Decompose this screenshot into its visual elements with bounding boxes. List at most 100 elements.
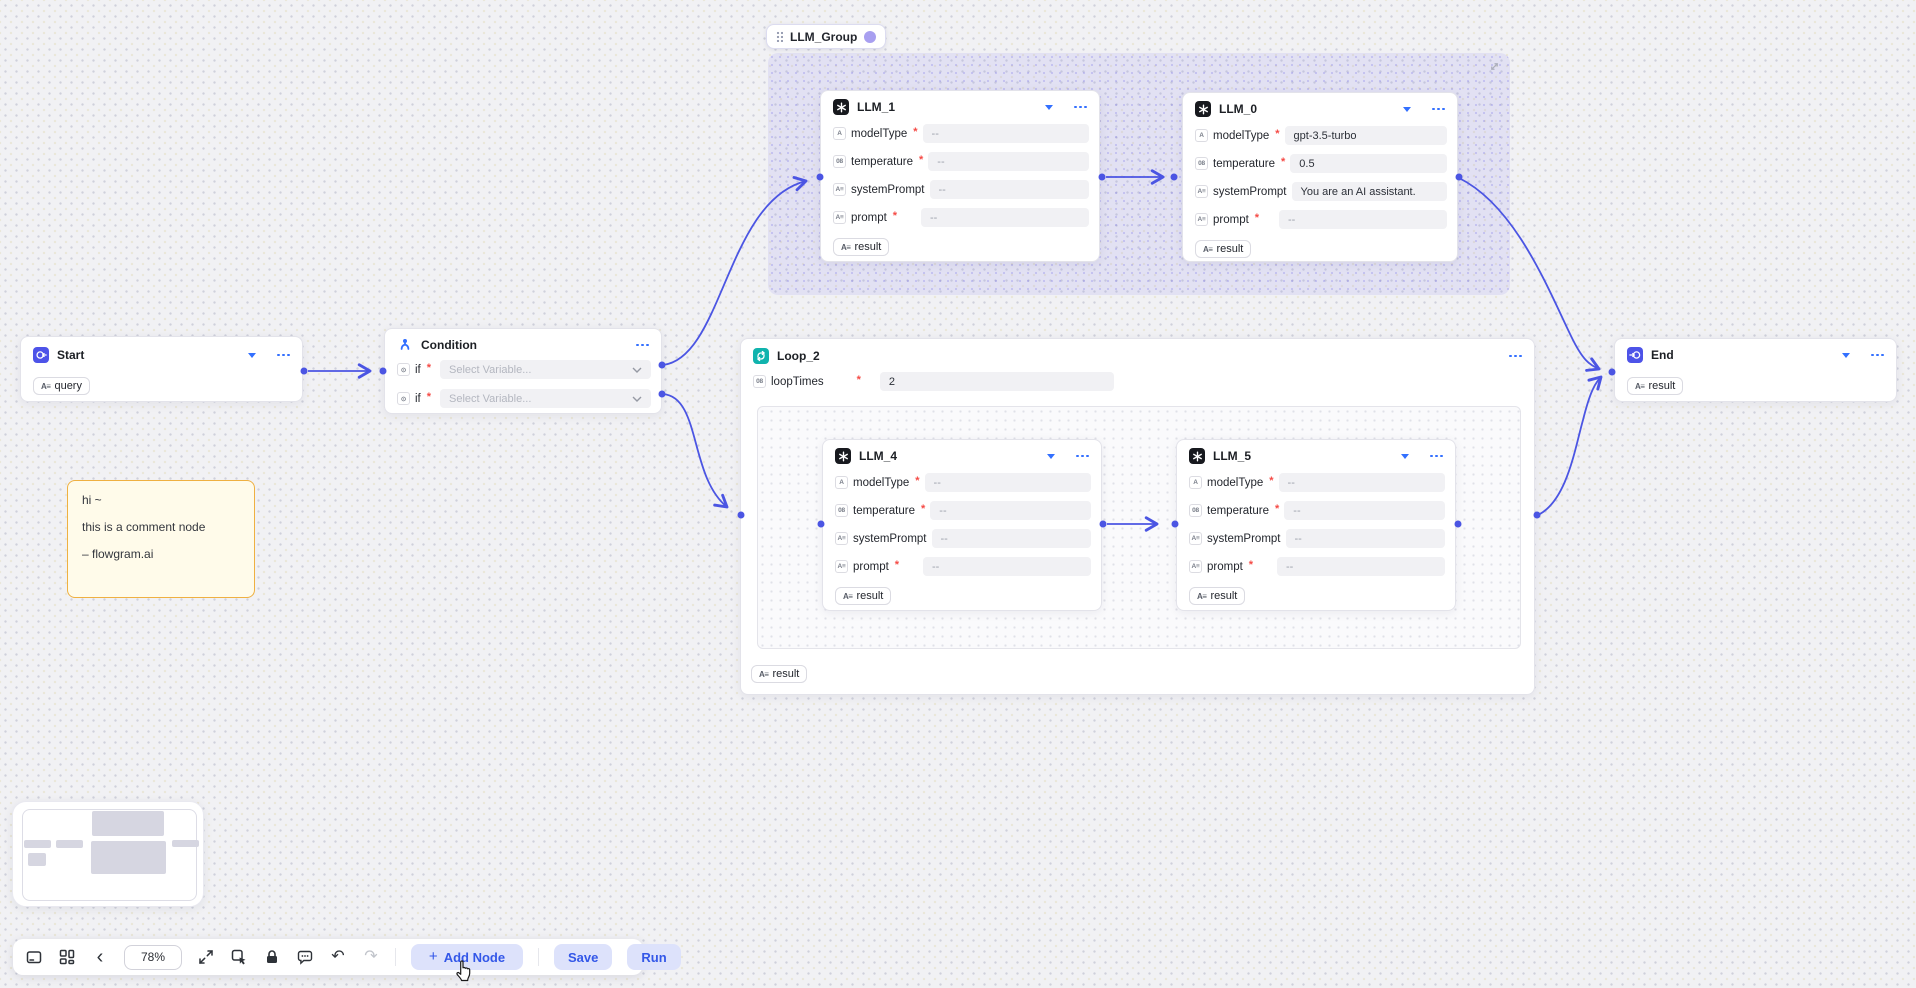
condition-node[interactable]: Condition ⊙ if * Select Variable... ⊙ if… [384, 328, 662, 414]
model-type-input[interactable]: gpt-3.5-turbo [1285, 126, 1447, 145]
condition-menu-icon[interactable] [636, 344, 649, 347]
llm-icon [1189, 448, 1205, 464]
condition-node-title: Condition [421, 338, 477, 352]
field-label: prompt [1207, 561, 1243, 573]
llm0-menu-icon[interactable] [1432, 108, 1445, 111]
loop-times-input[interactable]: 2 [880, 372, 1114, 391]
loop-menu-icon[interactable] [1509, 355, 1522, 358]
if-variable-select[interactable]: Select Variable... [440, 360, 651, 379]
number-type-icon: 08 [835, 504, 848, 517]
text-type-icon: A≡ [759, 670, 768, 679]
temperature-input[interactable]: -- [1284, 501, 1445, 520]
end-menu-icon[interactable] [1871, 354, 1884, 357]
llm4-node-title: LLM_4 [859, 449, 897, 463]
text-type-icon: A≡ [843, 592, 852, 601]
minimap-toggle-icon[interactable] [25, 948, 43, 966]
llm4-expand-caret[interactable] [1047, 454, 1055, 459]
redo-icon[interactable]: ↷ [362, 948, 380, 966]
field-value: -- [930, 212, 937, 224]
system-prompt-input[interactable]: You are an AI assistant. [1292, 182, 1448, 201]
llm-icon [1195, 101, 1211, 117]
end-node-title: End [1651, 348, 1674, 362]
group-collapse-icon[interactable] [1486, 58, 1502, 74]
text-type-icon: A≡ [835, 532, 848, 545]
prompt-input[interactable]: -- [1277, 557, 1445, 576]
if-variable-select[interactable]: Select Variable... [440, 389, 651, 408]
text-type-icon: A≡ [841, 243, 850, 252]
flow-canvas[interactable]: { "ui": { "required_marker": "*" }, "gro… [0, 0, 1916, 988]
llm5-node[interactable]: LLM_5 A modelType * -- 08 temperature * … [1176, 439, 1456, 611]
llm1-node[interactable]: LLM_1 A modelType * -- 08 temperature * … [820, 90, 1100, 262]
minimap-block-comment [28, 853, 46, 866]
field-value: -- [932, 561, 939, 573]
llm5-expand-caret[interactable] [1401, 454, 1409, 459]
number-type-icon: 08 [753, 375, 766, 388]
comment-node[interactable]: hi ~ this is a comment node – flowgram.a… [67, 480, 255, 598]
select-mode-icon[interactable] [230, 948, 248, 966]
llm1-expand-caret[interactable] [1045, 105, 1053, 110]
start-node-title: Start [57, 348, 84, 362]
string-type-icon: A [1189, 476, 1202, 489]
llm1-menu-icon[interactable] [1074, 106, 1087, 109]
llm5-node-title: LLM_5 [1213, 449, 1251, 463]
zoom-level-input[interactable] [124, 945, 182, 970]
start-expand-caret[interactable] [248, 353, 256, 358]
end-node[interactable]: End A≡ result [1614, 338, 1897, 402]
text-type-icon: A≡ [1195, 213, 1208, 226]
minimap-block-group [92, 811, 164, 836]
prompt-input[interactable]: -- [923, 557, 1091, 576]
drag-handle-icon[interactable] [776, 31, 783, 42]
start-menu-icon[interactable] [277, 354, 290, 357]
add-node-button[interactable]: + Add Node [411, 944, 523, 970]
comment-tool-icon[interactable] [296, 948, 314, 966]
system-prompt-input[interactable]: -- [930, 180, 1090, 199]
end-result-label: result [1648, 380, 1675, 392]
required-marker: * [427, 391, 431, 403]
condition-icon [397, 337, 413, 353]
minimap-block-end [172, 840, 199, 847]
prompt-input[interactable]: -- [1279, 210, 1447, 229]
run-button[interactable]: Run [627, 944, 680, 970]
llm5-menu-icon[interactable] [1430, 455, 1443, 458]
fit-view-icon[interactable] [197, 948, 215, 966]
auto-layout-icon[interactable] [58, 948, 76, 966]
field-label: systemPrompt [853, 533, 927, 545]
if-type-icon: ⊙ [397, 363, 410, 376]
llm4-node[interactable]: LLM_4 A modelType * -- 08 temperature * … [822, 439, 1102, 611]
field-label: prompt [1213, 214, 1249, 226]
model-type-input[interactable]: -- [923, 124, 1089, 143]
temperature-input[interactable]: -- [930, 501, 1091, 520]
start-node[interactable]: Start A≡ query [20, 336, 303, 402]
required-marker: * [893, 210, 897, 222]
llm0-node[interactable]: LLM_0 A modelType * gpt-3.5-turbo 08 tem… [1182, 92, 1458, 262]
group-color-swatch[interactable] [864, 31, 876, 43]
collapse-panel-icon[interactable]: ‹ [91, 948, 109, 966]
llm0-result-tag: A≡ result [1195, 240, 1251, 258]
undo-icon[interactable]: ↶ [329, 948, 347, 966]
temperature-input[interactable]: 0.5 [1290, 154, 1447, 173]
lock-icon[interactable] [263, 948, 281, 966]
llm0-expand-caret[interactable] [1403, 107, 1411, 112]
temperature-input[interactable]: -- [928, 152, 1089, 171]
field-value: -- [937, 156, 944, 168]
group-label-pill[interactable]: LLM_Group [766, 24, 886, 49]
save-button[interactable]: Save [554, 944, 612, 970]
llm4-result-tag: A≡ result [835, 587, 891, 605]
loop-icon [753, 348, 769, 364]
required-marker: * [1269, 475, 1273, 487]
number-type-icon: 08 [1195, 157, 1208, 170]
llm4-menu-icon[interactable] [1076, 455, 1089, 458]
model-type-input[interactable]: -- [925, 473, 1091, 492]
field-value: -- [934, 477, 941, 489]
system-prompt-input[interactable]: -- [1286, 529, 1446, 548]
end-expand-caret[interactable] [1842, 353, 1850, 358]
llm-icon [835, 448, 851, 464]
field-value: 0.5 [1299, 158, 1314, 170]
system-prompt-input[interactable]: -- [932, 529, 1092, 548]
llm-icon [833, 99, 849, 115]
prompt-input[interactable]: -- [921, 208, 1089, 227]
required-marker: * [1255, 212, 1259, 224]
model-type-input[interactable]: -- [1279, 473, 1445, 492]
minimap[interactable] [12, 801, 204, 907]
text-type-icon: A≡ [1197, 592, 1206, 601]
